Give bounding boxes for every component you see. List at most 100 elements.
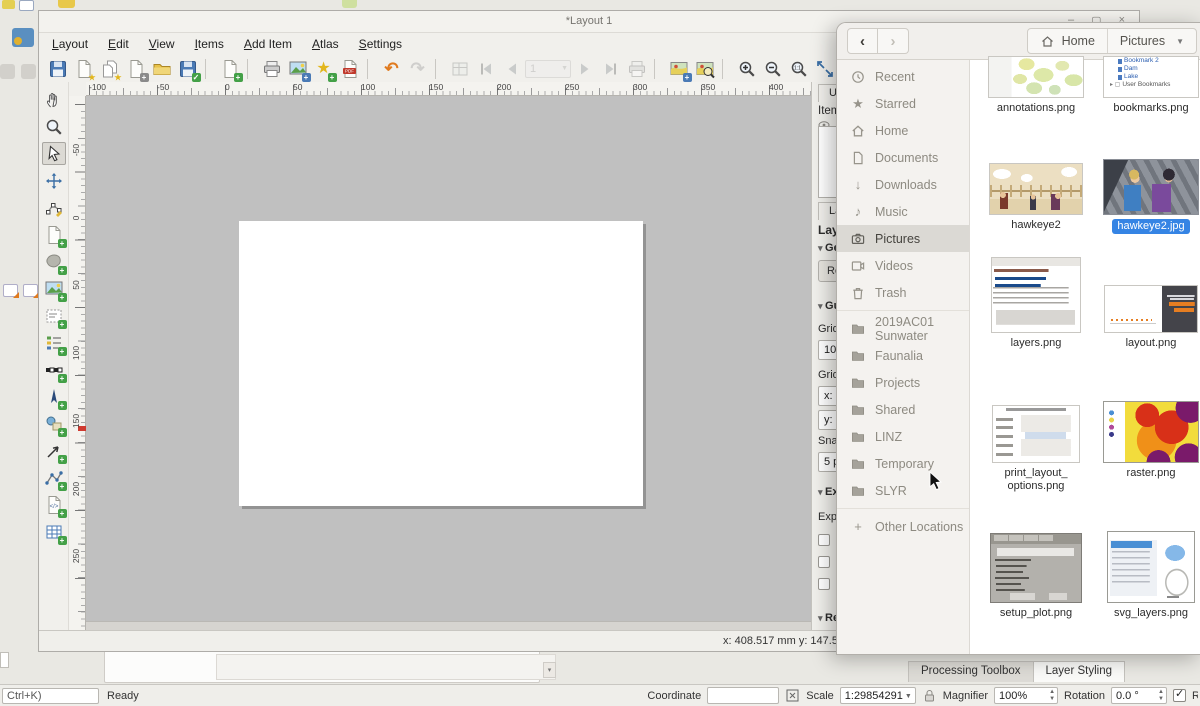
menu-layout[interactable]: Layout xyxy=(43,36,97,54)
file-item-print-layout-options-png[interactable]: print_layout_​options.png xyxy=(981,399,1091,493)
sidebar-item-2019ac01-sunwater[interactable]: 2019AC01 Sunwater xyxy=(837,315,969,342)
duplicate-layout-button[interactable]: ★ xyxy=(97,57,122,81)
menu-settings[interactable]: Settings xyxy=(350,36,411,54)
tab-processing-toolbox[interactable]: Processing Toolbox xyxy=(908,661,1034,682)
add-items-from-template-button[interactable]: + xyxy=(217,57,242,81)
atlas-first-button[interactable] xyxy=(473,57,498,81)
open-template-button[interactable] xyxy=(149,57,174,81)
export-image-button[interactable]: + xyxy=(285,57,310,81)
scale-lock-icon[interactable] xyxy=(922,688,937,703)
extents-icon[interactable] xyxy=(785,688,800,703)
file-item-layers-png[interactable]: layers.png xyxy=(981,257,1091,350)
sidebar-item-documents[interactable]: Documents xyxy=(837,144,969,171)
file-item-raster-png[interactable]: raster.png xyxy=(1096,399,1200,480)
pictures-breadcrumb[interactable]: Pictures ▼ xyxy=(1107,29,1196,53)
sidebar-item-recent[interactable]: Recent xyxy=(837,63,969,90)
menu-edit[interactable]: Edit xyxy=(99,36,138,54)
zoom-window-button[interactable] xyxy=(692,57,717,81)
edit-nodes-tool-button[interactable] xyxy=(42,196,66,219)
forward-button[interactable]: › xyxy=(878,28,909,54)
export-pdf-button[interactable]: PDF xyxy=(337,57,362,81)
coordinate-input[interactable] xyxy=(707,687,779,704)
sidebar-item-other-locations[interactable]: +Other Locations xyxy=(837,513,969,540)
sidebar-item-faunalia[interactable]: Faunalia xyxy=(837,342,969,369)
sidebar-item-home[interactable]: Home xyxy=(837,117,969,144)
file-item-hawkeye2-jpg[interactable]: hawkeye2.jpg xyxy=(1096,159,1200,234)
zoom-fit-button[interactable] xyxy=(812,57,837,81)
file-item-annotations-png[interactable]: annotations.png xyxy=(981,56,1091,115)
back-button[interactable]: ‹ xyxy=(847,28,878,54)
file-item-bookmarks-png[interactable]: Bookmark 2DamLake▸ ▢User Bookmarksbookma… xyxy=(1096,56,1200,115)
qgis-left-toolbar-icon[interactable] xyxy=(23,284,38,297)
sidebar-item-downloads[interactable]: ↓Downloads xyxy=(837,171,969,198)
add-picture-tool-button[interactable]: + xyxy=(42,277,66,300)
sidebar-item-videos[interactable]: Videos xyxy=(837,252,969,279)
sidebar-item-music[interactable]: ♪Music xyxy=(837,198,969,225)
zoom-out-button[interactable] xyxy=(760,57,785,81)
qgis-left-toolbar-icon[interactable] xyxy=(21,64,36,79)
pan-tool-button[interactable] xyxy=(42,88,66,111)
file-item-setup-plot-png[interactable]: setup_plot.png xyxy=(981,531,1091,620)
zoom-actual-button[interactable]: 1:1 xyxy=(786,57,811,81)
atlas-last-button[interactable] xyxy=(598,57,623,81)
add-map-tool-button[interactable]: + xyxy=(42,250,66,273)
atlas-prev-button[interactable] xyxy=(499,57,524,81)
menu-atlas[interactable]: Atlas xyxy=(303,36,348,54)
layout-manager-button[interactable]: + xyxy=(123,57,148,81)
qgis-toolbar-icon[interactable] xyxy=(58,0,75,8)
sidebar-item-linz[interactable]: LINZ xyxy=(837,423,969,450)
file-item-svg-layers-png[interactable]: svg_layers.png xyxy=(1096,531,1200,620)
atlas-page-input[interactable]: 1▼ xyxy=(525,60,571,78)
qgis-left-toolbar-icon[interactable] xyxy=(0,64,15,79)
sidebar-item-shared[interactable]: Shared xyxy=(837,396,969,423)
scroll-arrow-icon[interactable]: ▾ xyxy=(543,662,556,678)
add-legend-tool-button[interactable]: + xyxy=(42,331,66,354)
export-svg-button[interactable]: ★+ xyxy=(311,57,336,81)
add-arrow-tool-button[interactable]: + xyxy=(42,439,66,462)
home-breadcrumb[interactable]: Home xyxy=(1028,29,1107,53)
add-scalebar-tool-button[interactable]: + xyxy=(42,358,66,381)
file-item-layout-png[interactable]: layout.png xyxy=(1096,257,1200,350)
add-node-item-tool-button[interactable]: + xyxy=(42,466,66,489)
move-content-tool-button[interactable] xyxy=(42,169,66,192)
zoom-in-button[interactable] xyxy=(734,57,759,81)
qgis-left-toolbar-icon[interactable] xyxy=(3,284,18,297)
qgis-toolbar-icon[interactable] xyxy=(19,0,34,11)
save-button[interactable] xyxy=(45,57,70,81)
qgis-left-toolbar-icon[interactable] xyxy=(12,28,34,47)
zoom-tool-button[interactable] xyxy=(42,115,66,138)
atlas-print-button[interactable] xyxy=(624,57,649,81)
file-item-hawkeye2[interactable]: hawkeye2 xyxy=(981,159,1091,232)
sidebar-item-trash[interactable]: Trash xyxy=(837,279,969,306)
menu-add-item[interactable]: Add Item xyxy=(235,36,301,54)
layout-canvas[interactable] xyxy=(86,96,811,630)
locator-input[interactable]: Ctrl+K) xyxy=(2,688,99,704)
qgis-toolbar-icon[interactable] xyxy=(342,0,357,8)
render-checkbox[interactable] xyxy=(1173,689,1186,702)
select-move-tool-button[interactable] xyxy=(42,142,66,165)
rotation-spinner[interactable]: 0.0 °▲▼ xyxy=(1111,687,1167,704)
save-as-template-button[interactable]: ✓ xyxy=(175,57,200,81)
qgis-toolbar-icon[interactable] xyxy=(2,0,15,9)
sidebar-item-starred[interactable]: ★Starred xyxy=(837,90,969,117)
menu-items[interactable]: Items xyxy=(186,36,233,54)
menu-view[interactable]: View xyxy=(140,36,184,54)
add-north-arrow-tool-button[interactable]: + xyxy=(42,385,66,408)
add-page-tool-button[interactable]: + xyxy=(42,223,66,246)
sidebar-item-pictures[interactable]: Pictures xyxy=(837,225,969,252)
sidebar-item-slyr[interactable]: SLYR xyxy=(837,477,969,504)
horizontal-scrollbar[interactable] xyxy=(86,621,811,630)
add-label-tool-button[interactable]: + xyxy=(42,304,66,327)
tab-layer-styling[interactable]: Layer Styling xyxy=(1034,661,1125,682)
layout-page[interactable] xyxy=(239,221,643,506)
atlas-next-button[interactable] xyxy=(572,57,597,81)
scale-combo[interactable]: 1:29854291▼ xyxy=(840,687,916,704)
redo-button[interactable]: ↷ xyxy=(405,57,430,81)
new-layout-button[interactable]: ★ xyxy=(71,57,96,81)
magnifier-spinner[interactable]: 100%▲▼ xyxy=(994,687,1058,704)
add-html-tool-button[interactable]: </>+ xyxy=(42,493,66,516)
sidebar-item-projects[interactable]: Projects xyxy=(837,369,969,396)
atlas-settings-button[interactable] xyxy=(447,57,472,81)
add-shape-tool-button[interactable]: + xyxy=(42,412,66,435)
zoom-extent-button[interactable]: + xyxy=(666,57,691,81)
